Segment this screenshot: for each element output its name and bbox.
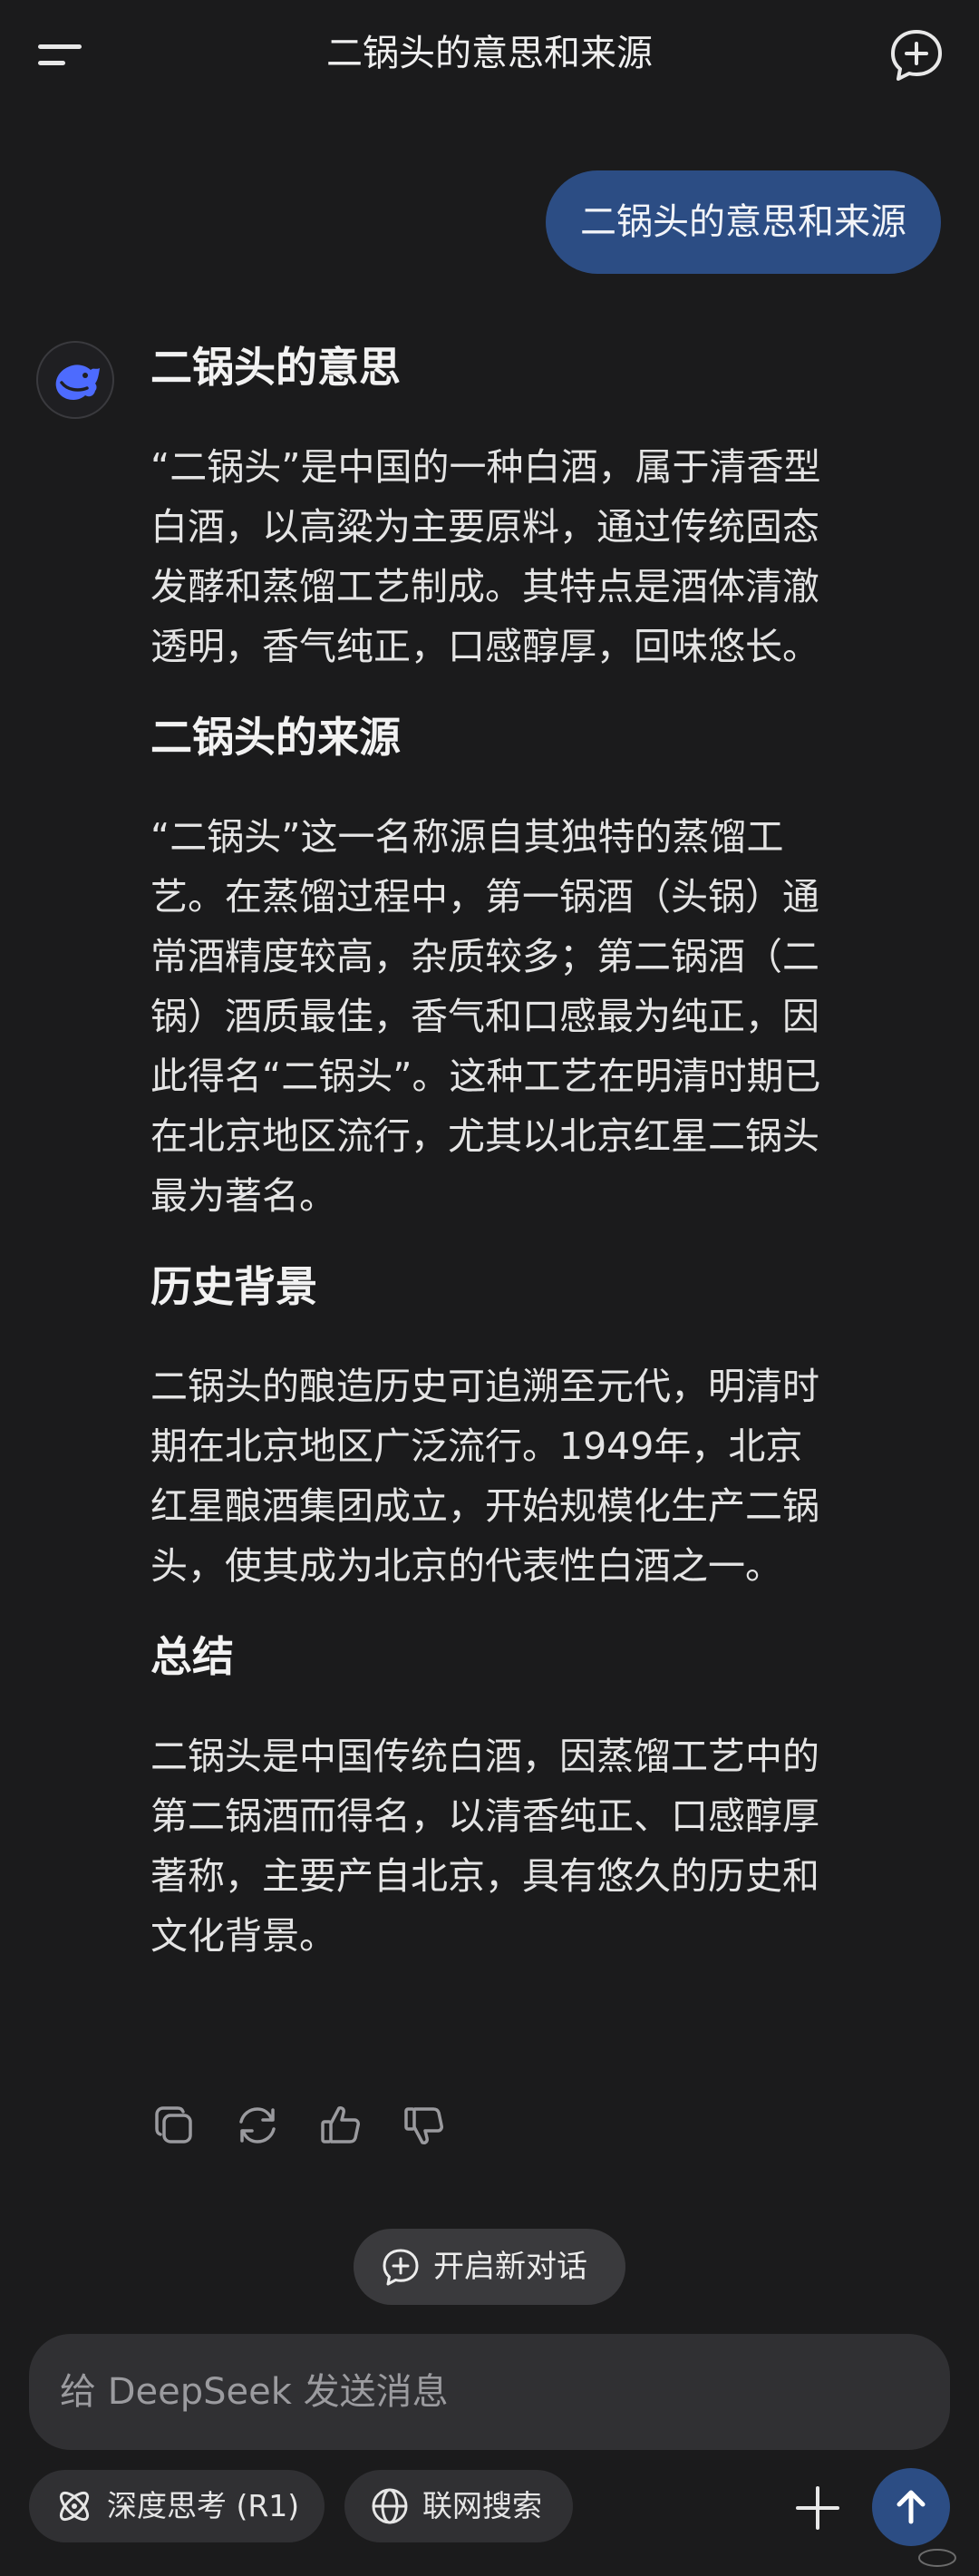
paragraph-line: 发酵和蒸馏工艺制成。其特点是酒体清澈 [150, 565, 819, 608]
paragraph-line: “二锅头”是中国的一种白酒，属于清香型 [150, 445, 821, 489]
paragraph-line: 著称，主要产自北京，具有悠久的历史和 [150, 1854, 819, 1898]
section-heading: 总结 [150, 1632, 234, 1681]
paragraph-line: 第二锅酒而得名，以清香纯正、口感醇厚 [150, 1794, 819, 1838]
paragraph-line: 二锅头的酿造历史可追溯至元代，明清时 [150, 1365, 819, 1408]
deep-think-toggle[interactable]: 深度思考 (R1) [29, 2470, 325, 2542]
web-search-label: 联网搜索 [422, 2488, 542, 2523]
regenerate-icon[interactable] [232, 2100, 283, 2151]
plus-icon[interactable] [789, 2479, 847, 2537]
page-title: 二锅头的意思和来源 [326, 33, 653, 74]
section-heading: 二锅头的意思 [150, 343, 401, 392]
copy-icon[interactable] [149, 2100, 199, 2151]
section-heading: 二锅头的来源 [150, 713, 401, 762]
paragraph-line: 最为著名。 [150, 1174, 336, 1218]
menu-icon[interactable] [33, 33, 91, 76]
user-message-bubble: 二锅头的意思和来源 [546, 170, 941, 274]
paragraph-line: “二锅头”这一名称源自其独特的蒸馏工 [150, 815, 784, 859]
chat-plus-icon [383, 2249, 419, 2286]
watermark-icon [918, 2549, 956, 2567]
top-bar: 二锅头的意思和来源 [0, 0, 979, 109]
paragraph-line: 艺。在蒸馏过程中，第一锅酒（头锅）通 [150, 875, 819, 919]
thumbs-down-icon[interactable] [399, 2100, 450, 2151]
message-actions [149, 2100, 511, 2154]
deepseek-logo-avatar [36, 341, 114, 419]
arrow-up-icon [897, 2490, 926, 2524]
globe-icon [372, 2488, 408, 2524]
deep-think-label: 深度思考 (R1) [107, 2488, 300, 2523]
atom-icon [59, 2491, 90, 2522]
chat-plus-icon[interactable] [888, 27, 945, 83]
paragraph-line: 二锅头是中国传统白酒，因蒸馏工艺中的 [150, 1735, 819, 1778]
message-input[interactable]: 给 DeepSeek 发送消息 [29, 2334, 950, 2450]
paragraph-line: 红星酿酒集团成立，开始规模化生产二锅 [150, 1484, 819, 1528]
paragraph-line: 在北京地区流行，尤其以北京红星二锅头 [150, 1114, 819, 1158]
new-conversation-label: 开启新对话 [433, 2249, 587, 2285]
section-heading: 历史背景 [150, 1262, 317, 1311]
assistant-answer: 二锅头的意思 “二锅头”是中国的一种白酒，属于清香型 白酒，以高粱为主要原料，通… [150, 335, 912, 1966]
section-paragraph: “二锅头”是中国的一种白酒，属于清香型 白酒，以高粱为主要原料，通过传统固态 发… [150, 437, 912, 676]
section-paragraph: “二锅头”这一名称源自其独特的蒸馏工 艺。在蒸馏过程中，第一锅酒（头锅）通 常酒… [150, 807, 912, 1226]
web-search-toggle[interactable]: 联网搜索 [344, 2470, 573, 2542]
thumbs-up-icon[interactable] [315, 2100, 366, 2151]
paragraph-line: 此得名“二锅头”。这种工艺在明清时期已 [150, 1055, 821, 1098]
paragraph-line: 头，使其成为北京的代表性白酒之一。 [150, 1544, 782, 1588]
message-input-placeholder: 给 DeepSeek 发送消息 [60, 2371, 449, 2413]
paragraph-line: 文化背景。 [150, 1914, 336, 1958]
paragraph-line: 常酒精度较高，杂质较多；第二锅酒（二 [150, 935, 819, 978]
send-button[interactable] [872, 2468, 950, 2546]
section-paragraph: 二锅头是中国传统白酒，因蒸馏工艺中的 第二锅酒而得名，以清香纯正、口感醇厚 著称… [150, 1726, 912, 1966]
whale-icon [55, 365, 100, 400]
new-conversation-button[interactable]: 开启新对话 [354, 2229, 625, 2305]
section-paragraph: 二锅头的酿造历史可追溯至元代，明清时 期在北京地区广泛流行。1949年，北京 红… [150, 1356, 912, 1596]
paragraph-line: 期在北京地区广泛流行。1949年，北京 [150, 1424, 803, 1468]
paragraph-line: 锅）酒质最佳，香气和口感最为纯正，因 [150, 995, 819, 1038]
paragraph-line: 白酒，以高粱为主要原料，通过传统固态 [150, 505, 819, 549]
paragraph-line: 透明，香气纯正，口感醇厚，回味悠长。 [150, 625, 819, 668]
chat-screen: 二锅头的意思和来源 二锅头的意思和来源 二锅头的意思 “二锅头”是中国的一种白酒… [0, 0, 979, 2576]
